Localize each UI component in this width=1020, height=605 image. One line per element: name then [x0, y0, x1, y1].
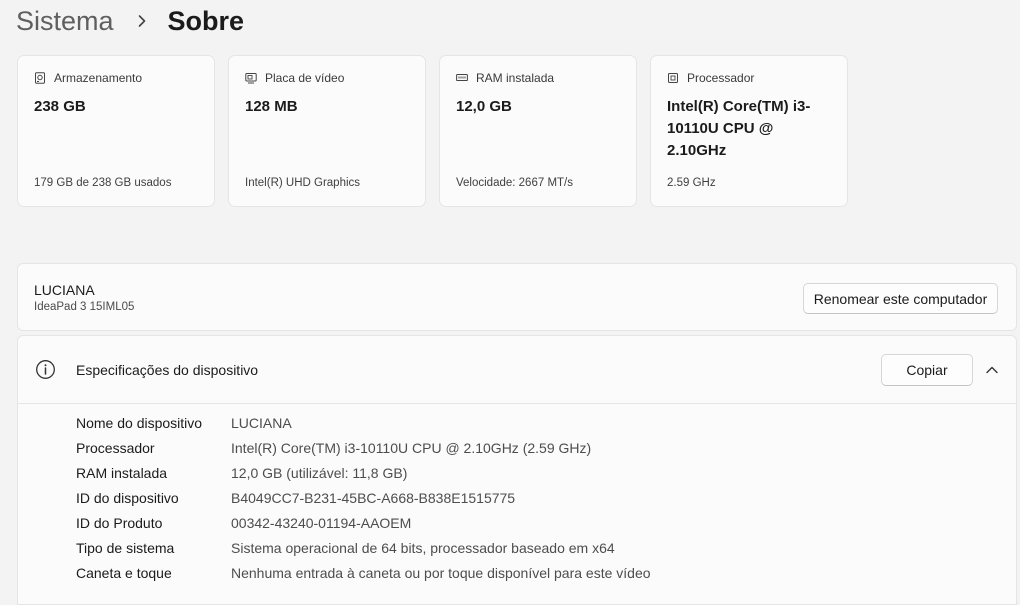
device-specs-panel: Especificações do dispositivo Copiar Nom… — [17, 335, 1017, 605]
rename-pc-button[interactable]: Renomear este computador — [803, 283, 998, 314]
card-value: Intel(R) Core(TM) i3-10110U CPU @ 2.10GH… — [667, 98, 811, 159]
card-subtext: Intel(R) UHD Graphics — [245, 177, 361, 189]
spec-label: Processador — [76, 440, 155, 456]
card-value: 12,0 GB — [456, 98, 512, 115]
device-name: LUCIANA — [34, 282, 95, 298]
card-value: 238 GB — [34, 98, 86, 115]
card-storage: Armazenamento 238 GB 179 GB de 238 GB us… — [17, 55, 215, 207]
card-display-adapter: Placa de vídeo 128 MB Intel(R) UHD Graph… — [228, 55, 426, 207]
spec-label: ID do Produto — [76, 515, 163, 531]
device-name-section: LUCIANA IdeaPad 3 15IML05 Renomear este … — [17, 263, 1017, 331]
card-title: RAM instalada — [476, 71, 555, 85]
spec-value: 12,0 GB (utilizável: 11,8 GB) — [231, 465, 408, 481]
spec-label: ID do dispositivo — [76, 490, 179, 506]
spec-row-device-name: Nome do dispositivo LUCIANA — [76, 413, 651, 438]
card-value: 128 MB — [245, 98, 298, 115]
spec-row-product-id: ID do Produto 00342-43240-01194-AAOEM — [76, 513, 651, 538]
spec-value: 00342-43240-01194-AAOEM — [231, 515, 412, 531]
info-icon — [36, 360, 55, 379]
spec-value: LUCIANA — [231, 415, 292, 431]
card-subtext: 2.59 GHz — [667, 177, 716, 189]
spec-label: RAM instalada — [76, 465, 168, 481]
card-ram: RAM instalada 12,0 GB Velocidade: 2667 M… — [439, 55, 637, 207]
card-title: Armazenamento — [54, 71, 143, 85]
card-title: Processador — [687, 71, 755, 85]
card-title: Placa de vídeo — [265, 71, 345, 85]
spec-row-processor: Processador Intel(R) Core(TM) i3-10110U … — [76, 438, 651, 463]
page-title: Sobre — [167, 5, 245, 36]
device-model: IdeaPad 3 15IML05 — [34, 301, 135, 313]
summary-cards: Armazenamento 238 GB 179 GB de 238 GB us… — [17, 55, 848, 207]
display-adapter-icon — [245, 73, 257, 84]
breadcrumb-sistema[interactable]: Sistema — [16, 6, 114, 37]
spec-value: B4049CC7-B231-45BC-A668-B838E1515775 — [231, 490, 516, 506]
spec-list: Nome do dispositivo LUCIANA Processador … — [76, 413, 651, 588]
chevron-up-icon[interactable] — [984, 362, 1000, 378]
spec-row-ram: RAM instalada 12,0 GB (utilizável: 11,8 … — [76, 463, 651, 488]
card-processor: Processador Intel(R) Core(TM) i3-10110U … — [650, 55, 848, 207]
card-subtext: 179 GB de 238 GB usados — [34, 177, 172, 189]
spec-row-pen-touch: Caneta e toque Nenhuma entrada à caneta … — [76, 563, 651, 588]
copy-button[interactable]: Copiar — [881, 354, 973, 386]
spec-row-system-type: Tipo de sistema Sistema operacional de 6… — [76, 538, 651, 563]
device-specs-header[interactable]: Especificações do dispositivo Copiar — [18, 336, 1016, 404]
chevron-right-icon — [138, 15, 145, 27]
spec-value: Sistema operacional de 64 bits, processa… — [231, 540, 615, 556]
spec-label: Tipo de sistema — [76, 540, 175, 556]
card-subtext: Velocidade: 2667 MT/s — [456, 177, 573, 189]
breadcrumb: Sistema Sobre — [16, 2, 244, 40]
spec-value: Intel(R) Core(TM) i3-10110U CPU @ 2.10GH… — [231, 440, 592, 456]
device-specs-title: Especificações do dispositivo — [76, 362, 259, 378]
processor-icon — [668, 73, 678, 83]
spec-label: Caneta e toque — [76, 565, 172, 581]
spec-label: Nome do dispositivo — [76, 415, 203, 431]
spec-value: Nenhuma entrada à caneta ou por toque di… — [231, 565, 651, 581]
storage-icon — [35, 72, 45, 84]
spec-row-device-id: ID do dispositivo B4049CC7-B231-45BC-A66… — [76, 488, 651, 513]
ram-icon — [456, 74, 468, 81]
